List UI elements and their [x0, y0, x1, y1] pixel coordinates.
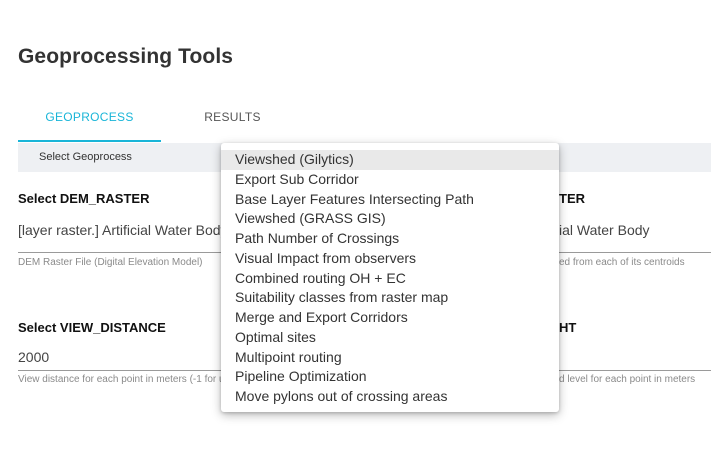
dem-raster-help: DEM Raster File (Digital Elevation Model…: [18, 257, 203, 268]
geoprocess-option[interactable]: Pipeline Optimization: [221, 367, 559, 387]
geoprocess-option[interactable]: Multipoint routing: [221, 348, 559, 368]
geoprocessing-page: Geoprocessing Tools GEOPROCESS RESULTS S…: [0, 0, 711, 474]
right-top-field-underline: [559, 252, 711, 253]
geoprocess-option[interactable]: Suitability classes from raster map: [221, 288, 559, 308]
tab-geoprocess[interactable]: GEOPROCESS: [18, 100, 161, 142]
tab-bar: GEOPROCESS RESULTS: [18, 100, 711, 142]
tab-results[interactable]: RESULTS: [161, 100, 304, 140]
geoprocess-option[interactable]: Viewshed (GRASS GIS): [221, 209, 559, 229]
geoprocess-option[interactable]: Visual Impact from observers: [221, 249, 559, 269]
geoprocess-option[interactable]: Export Sub Corridor: [221, 170, 559, 190]
dem-raster-select[interactable]: [layer raster.] Artificial Water Body: [18, 222, 228, 238]
view-distance-input[interactable]: 2000: [18, 349, 49, 365]
geoprocess-option[interactable]: Path Number of Crossings: [221, 229, 559, 249]
geoprocess-option[interactable]: Combined routing OH + EC: [221, 269, 559, 289]
right-bottom-field-help: d level for each point in meters: [559, 374, 696, 385]
geoprocess-option[interactable]: Merge and Export Corridors: [221, 308, 559, 328]
right-top-field-select[interactable]: ial Water Body: [559, 222, 650, 238]
right-bottom-field-label: HT: [559, 320, 577, 335]
geoprocess-dropdown-menu: Viewshed (Gilytics) Export Sub Corridor Ba…: [221, 143, 559, 412]
geoprocess-option[interactable]: Move pylons out of crossing areas: [221, 387, 559, 407]
right-top-field-help: ed from each of its centroids: [559, 257, 685, 268]
right-top-field-label: TER: [559, 191, 585, 206]
dem-raster-label: Select DEM_RASTER: [18, 191, 150, 206]
page-title: Geoprocessing Tools: [18, 45, 234, 68]
geoprocess-options-list: Viewshed (Gilytics) Export Sub Corridor Ba…: [221, 150, 559, 407]
view-distance-label: Select VIEW_DISTANCE: [18, 320, 166, 335]
geoprocess-option[interactable]: Viewshed (Gilytics): [221, 150, 559, 170]
geoprocess-option[interactable]: Base Layer Features Intersecting Path: [221, 190, 559, 210]
right-bottom-field-underline: [559, 370, 711, 371]
view-distance-underline: [18, 370, 221, 371]
geoprocess-option[interactable]: Optimal sites: [221, 328, 559, 348]
geoprocess-select-label: Select Geoprocess: [39, 151, 132, 163]
dem-raster-underline: [18, 252, 221, 253]
